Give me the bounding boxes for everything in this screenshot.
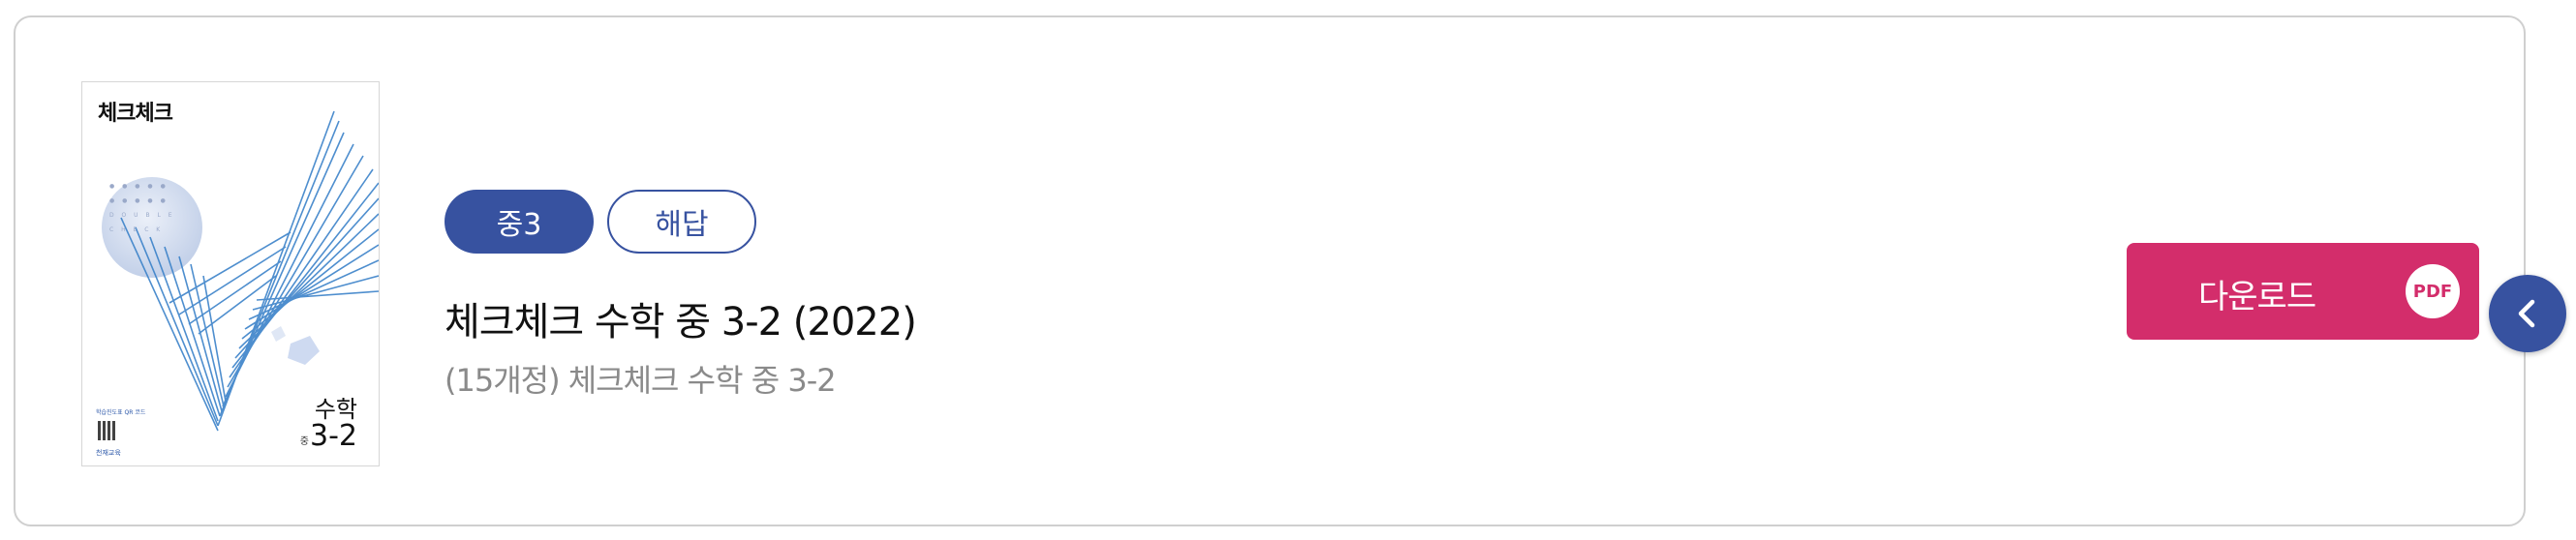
book-subtitle: (15개정) 체크체크 수학 중 3-2 (445, 362, 837, 399)
grade-badge: 중3 (445, 190, 594, 254)
cover-qr-caption: 학습진도표 QR 코드 (96, 409, 146, 416)
download-label: 다운로드 (2198, 278, 2316, 316)
book-title[interactable]: 체크체크 수학 중 3-2 (2022) (445, 290, 917, 346)
qr-code-icon (98, 421, 117, 440)
cover-grade: 3-2 (310, 419, 357, 453)
cover-brand-text: 체크체크 (98, 102, 173, 126)
book-cover-image[interactable]: 체크체크 ● ● ● ● ● ● ● ● ● ● D O U B L E C H… (81, 81, 380, 466)
cover-dot-row: D O U B L E (109, 212, 175, 219)
cover-grade-prefix: 중 (299, 436, 309, 447)
chevron-left-icon (2518, 299, 2535, 328)
pdf-icon: PDF (2406, 264, 2460, 318)
download-button[interactable]: 다운로드 PDF (2127, 243, 2479, 340)
cover-dot-pattern: ● ● ● ● ● ● ● ● ● ● D O U B L E C H E C … (109, 179, 175, 237)
cover-publisher: 천재교육 (96, 449, 121, 457)
cover-dot-row: ● ● ● ● ● (109, 197, 169, 204)
pdf-icon-label: PDF (2412, 281, 2453, 302)
collapse-panel-button[interactable] (2489, 275, 2566, 352)
cover-dot-row: C H E C K (109, 226, 164, 233)
material-type-badge: 해답 (607, 190, 756, 254)
cover-dot-row: ● ● ● ● ● (109, 183, 169, 190)
book-card: 체크체크 ● ● ● ● ● ● ● ● ● ● D O U B L E C H… (14, 15, 2526, 526)
